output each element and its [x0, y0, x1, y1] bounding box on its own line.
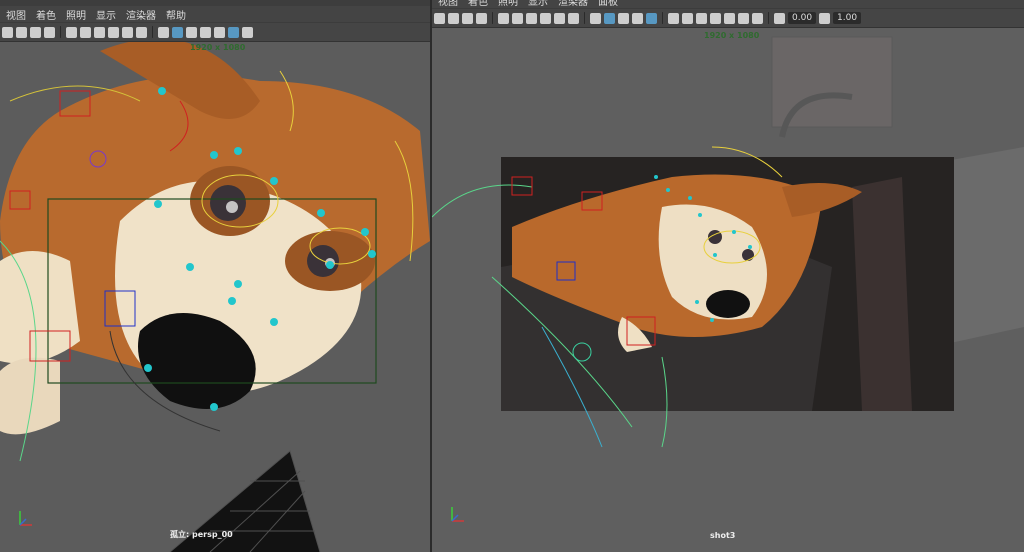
- right-viewport-panel: 视图 着色 照明 显示 渲染器 面板 0.00 1.00 1920 x 1080…: [432, 0, 1024, 552]
- scene-render-shot3: [432, 27, 1024, 552]
- lights-icon[interactable]: [200, 26, 211, 38]
- scene-render-persp: [0, 41, 430, 552]
- camera-attributes-icon[interactable]: [448, 12, 459, 24]
- menu-shading[interactable]: 着色: [468, 0, 488, 8]
- grid-icon[interactable]: [66, 26, 77, 38]
- menu-panels[interactable]: 面板: [598, 0, 618, 8]
- menu-show[interactable]: 显示: [528, 0, 548, 8]
- smooth-shade-icon[interactable]: [172, 26, 183, 38]
- resolution-label: 1920 x 1080: [190, 43, 246, 52]
- select-camera-icon[interactable]: [434, 12, 445, 24]
- shadows-icon[interactable]: [214, 26, 225, 38]
- anti-aliasing-icon[interactable]: [738, 12, 749, 24]
- exposure-icon[interactable]: [774, 12, 785, 24]
- toolbar-separator: [152, 26, 153, 38]
- lights-icon[interactable]: [632, 12, 643, 24]
- film-gate-icon[interactable]: [80, 26, 91, 38]
- shadows-icon[interactable]: [668, 12, 679, 24]
- xray-icon[interactable]: [646, 12, 657, 24]
- left-viewport-panel: 视图 着色 照明 显示 渲染器 帮助 1920 x 1080 孤立: persp…: [0, 0, 432, 552]
- toolbar-separator: [662, 12, 663, 24]
- camera-attributes-icon[interactable]: [16, 26, 27, 38]
- menu-help[interactable]: 帮助: [166, 7, 186, 22]
- wireframe-icon[interactable]: [590, 12, 601, 24]
- menu-shading[interactable]: 着色: [36, 7, 56, 22]
- xray-icon[interactable]: [228, 26, 239, 38]
- textured-icon[interactable]: [186, 26, 197, 38]
- toolbar-separator: [60, 26, 61, 38]
- menu-lighting[interactable]: 照明: [498, 0, 518, 8]
- smooth-shade-icon[interactable]: [604, 12, 615, 24]
- image-plane-icon[interactable]: [476, 12, 487, 24]
- menu-renderer[interactable]: 渲染器: [558, 0, 588, 8]
- right-3d-viewport[interactable]: 1920 x 1080 shot3: [432, 27, 1024, 552]
- gamma-field[interactable]: 1.00: [833, 12, 862, 24]
- menu-view[interactable]: 视图: [6, 7, 26, 22]
- toolbar-separator: [768, 12, 769, 24]
- grid-icon[interactable]: [498, 12, 509, 24]
- left-panel-toolbar: [0, 22, 430, 42]
- menu-renderer[interactable]: 渲染器: [126, 7, 156, 22]
- toolbar-separator: [492, 12, 493, 24]
- right-menu-bar: 视图 着色 照明 显示 渲染器 面板: [432, 0, 1024, 8]
- motion-blur-icon[interactable]: [724, 12, 735, 24]
- ambient-occlusion-icon[interactable]: [710, 12, 721, 24]
- left-3d-viewport[interactable]: 1920 x 1080 孤立: persp_00: [0, 41, 430, 552]
- bookmark-icon[interactable]: [30, 26, 41, 38]
- camera-name-label: shot3: [710, 531, 736, 540]
- gamma-icon[interactable]: [819, 12, 831, 24]
- menu-lighting[interactable]: 照明: [66, 7, 86, 22]
- gate-mask-icon[interactable]: [108, 26, 119, 38]
- toolbar-separator: [584, 12, 585, 24]
- left-menu-bar: 视图 着色 照明 显示 渲染器 帮助: [0, 6, 430, 22]
- resolution-gate-icon[interactable]: [526, 12, 537, 24]
- resolution-label: 1920 x 1080: [704, 31, 760, 40]
- isolate-icon[interactable]: [682, 12, 693, 24]
- camera-name-label: 孤立: persp_00: [170, 530, 233, 539]
- menu-view[interactable]: 视图: [438, 0, 458, 8]
- select-camera-icon[interactable]: [2, 26, 13, 38]
- exposure-field[interactable]: 0.00: [788, 12, 817, 24]
- field-chart-icon[interactable]: [554, 12, 565, 24]
- field-chart-icon[interactable]: [122, 26, 133, 38]
- isolate-icon[interactable]: [242, 26, 253, 38]
- wireframe-icon[interactable]: [158, 26, 169, 38]
- axis-gizmo-icon: [19, 511, 32, 526]
- menu-show[interactable]: 显示: [96, 7, 116, 22]
- image-plane-icon[interactable]: [44, 26, 55, 38]
- hud-icon[interactable]: [696, 12, 707, 24]
- bookmark-icon[interactable]: [462, 12, 473, 24]
- depth-of-field-icon[interactable]: [752, 12, 763, 24]
- gate-mask-icon[interactable]: [540, 12, 551, 24]
- film-gate-icon[interactable]: [512, 12, 523, 24]
- resolution-gate-icon[interactable]: [94, 26, 105, 38]
- textured-icon[interactable]: [618, 12, 629, 24]
- safe-action-icon[interactable]: [568, 12, 579, 24]
- safe-action-icon[interactable]: [136, 26, 147, 38]
- right-panel-toolbar: 0.00 1.00: [432, 8, 1024, 28]
